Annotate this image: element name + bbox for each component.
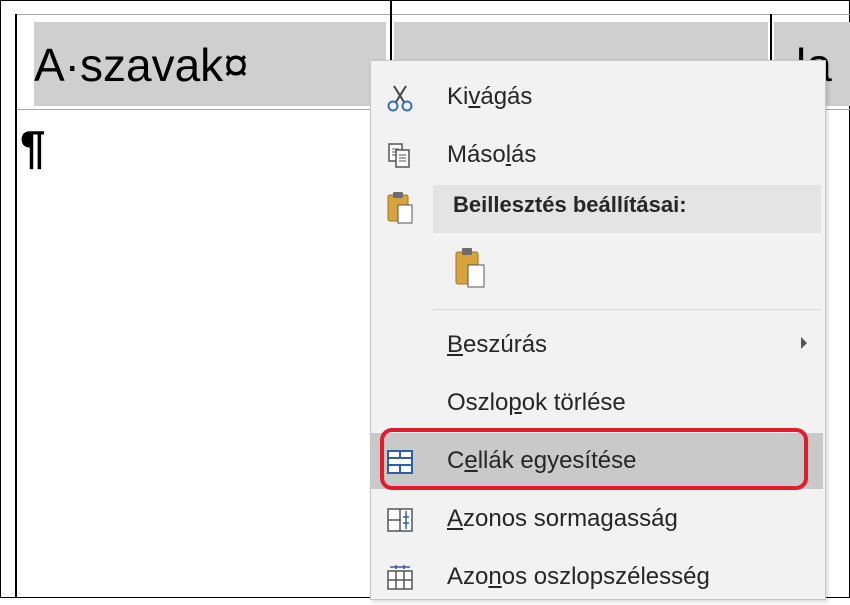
menu-item-copy[interactable]: Másolás <box>371 127 825 183</box>
menu-item-distribute-columns[interactable]: Azonos oszlopszélesség <box>371 549 825 605</box>
paste-keep-formatting-icon[interactable] <box>453 247 487 289</box>
menu-item-insert[interactable]: Beszúrás <box>371 317 825 373</box>
menu-item-label: Másolás <box>447 141 537 168</box>
paste-icon <box>387 192 413 224</box>
scissors-icon <box>387 85 413 112</box>
distribute-columns-icon <box>387 565 413 590</box>
menu-item-label: Beszúrás <box>447 331 548 358</box>
menu-item-label: Azonos oszlopszélesség <box>447 563 710 590</box>
submenu-arrow-icon <box>801 337 807 349</box>
table-top-border <box>17 14 850 15</box>
menu-item-cut[interactable]: Kivágás <box>371 69 825 125</box>
menu-item-delete-columns[interactable]: Oszlopok törlése <box>371 375 825 431</box>
copy-icon <box>388 143 410 168</box>
annotation-highlight-box <box>380 428 808 490</box>
table-left-border <box>15 14 17 598</box>
paste-options-label: Beillesztés beállításai: <box>453 192 687 217</box>
menu-item-label: Azonos sormagasság <box>447 505 678 532</box>
menu-item-distribute-rows[interactable]: Azonos sormagasság <box>371 491 825 547</box>
menu-item-label: Oszlopok törlése <box>447 389 626 416</box>
distribute-rows-icon <box>387 508 413 532</box>
context-menu: Kivágás Másolás Beillesztés beállításai:… <box>370 60 826 600</box>
menu-item-label: Kivágás <box>447 83 533 110</box>
menu-separator <box>433 309 821 310</box>
table-cell-text: A·szavak¤ <box>34 39 249 91</box>
paragraph-mark: ¶ <box>20 121 46 173</box>
